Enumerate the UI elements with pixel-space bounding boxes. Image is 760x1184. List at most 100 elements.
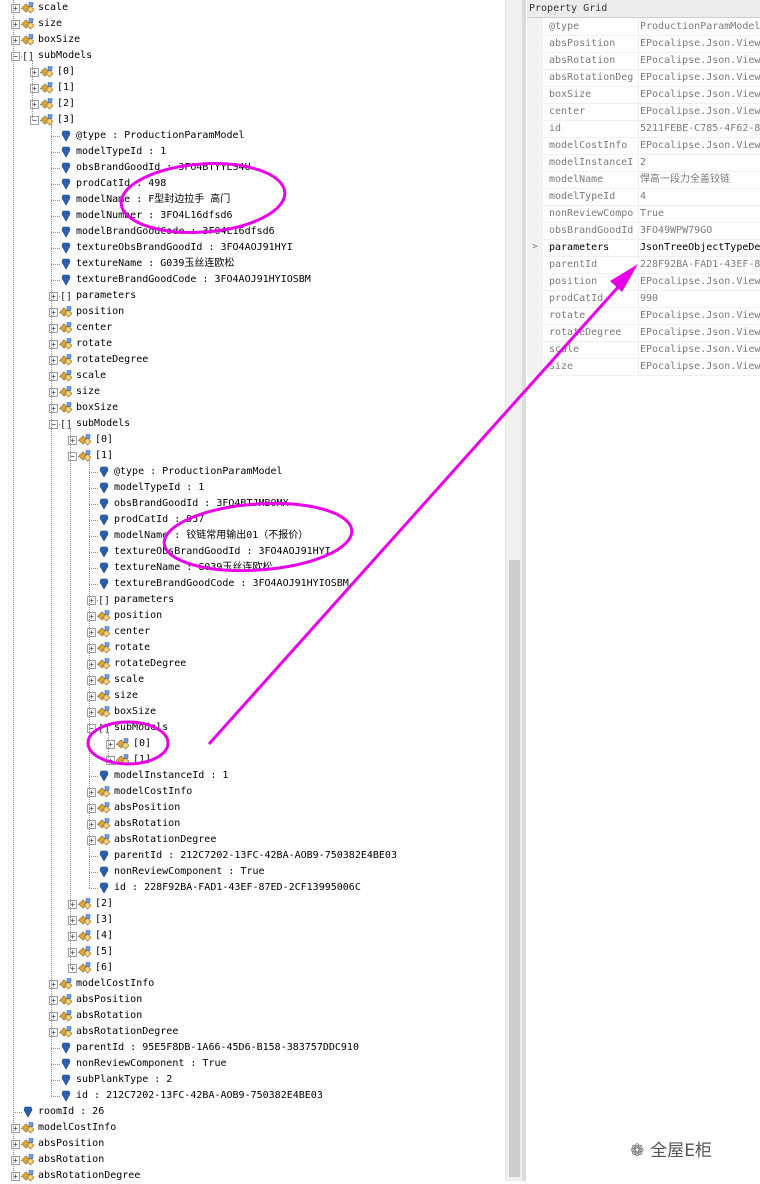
property-value[interactable]: EPocalipse.Json.Viewer xyxy=(638,86,760,103)
property-row[interactable]: size EPocalipse.Json.Viewer xyxy=(527,358,760,376)
value-icon xyxy=(99,882,109,894)
object-icon xyxy=(22,34,34,46)
tree-guide-line xyxy=(89,460,91,888)
property-value[interactable]: 4 xyxy=(638,188,760,205)
property-row[interactable]: modelName 悍高一段力全盖铰链 xyxy=(527,171,760,189)
property-row[interactable]: modelTypeId 4 xyxy=(527,188,760,206)
json-tree-view[interactable]: + scale + size + boxSize −[] subModels + [0] + [1] +… xyxy=(0,0,505,1182)
object-icon xyxy=(98,706,110,718)
tree-node-label: modelName : 铰链常用输出01（不报价） xyxy=(114,530,309,541)
tree-node-label: textureName : G039玉丝连欧松 xyxy=(114,562,273,573)
value-icon xyxy=(99,866,109,878)
value-icon xyxy=(61,178,71,190)
tree-node-label: parentId : 212C7202-13FC-42BA-AOB9-75038… xyxy=(114,850,397,861)
property-row[interactable]: @type ProductionParamModel xyxy=(527,18,760,36)
object-icon xyxy=(22,1138,34,1150)
wechat-icon: ❁ xyxy=(630,1141,645,1161)
property-value[interactable]: EPocalipse.Json.Viewer xyxy=(638,52,760,69)
property-row-gutter xyxy=(527,137,543,154)
value-icon xyxy=(99,482,109,494)
object-icon xyxy=(41,66,53,78)
scrollbar-thumb[interactable] xyxy=(509,560,520,1177)
tree-node-label: [5] xyxy=(95,946,114,957)
property-value[interactable]: 990 xyxy=(638,290,760,307)
expand-arrow-icon[interactable]: > xyxy=(527,239,543,256)
tree-node-label: textureName : G039玉丝连欧松 xyxy=(76,258,235,269)
property-value[interactable]: EPocalipse.Json.Viewer xyxy=(638,137,760,154)
property-value[interactable]: True xyxy=(638,205,760,222)
property-row[interactable]: center EPocalipse.Json.Viewer xyxy=(527,103,760,121)
property-row-gutter xyxy=(527,103,543,120)
object-icon xyxy=(22,1154,34,1166)
property-value[interactable]: 悍高一段力全盖铰链 xyxy=(638,171,760,188)
property-row[interactable]: absRotation EPocalipse.Json.Viewer xyxy=(527,52,760,70)
object-icon xyxy=(117,754,129,766)
tree-node-label: rotateDegree xyxy=(76,354,149,365)
property-row[interactable]: boxSize EPocalipse.Json.Viewer xyxy=(527,86,760,104)
property-row[interactable]: id 5211FEBE-C785-4F62-8 xyxy=(527,120,760,138)
object-icon xyxy=(98,818,110,830)
tree-vertical-scrollbar[interactable] xyxy=(505,0,523,1181)
tree-node-label: modelNumber : 3FO4L16dfsd6 xyxy=(76,210,233,221)
property-name: absRotation xyxy=(549,55,616,66)
property-row[interactable]: absRotationDeg EPocalipse.Json.Viewer xyxy=(527,69,760,87)
object-icon xyxy=(98,658,110,670)
tree-node-label: modelCostInfo xyxy=(114,786,193,797)
value-icon xyxy=(99,578,109,590)
value-icon xyxy=(99,546,109,558)
property-row-gutter xyxy=(527,290,543,307)
tree-node-label: scale xyxy=(76,370,107,381)
property-value[interactable]: 5211FEBE-C785-4F62-8 xyxy=(638,120,760,137)
tree-node-label: parentId : 95E5F8DB-1A66-45D6-B158-38375… xyxy=(76,1042,359,1053)
property-value[interactable]: EPocalipse.Json.Viewer xyxy=(638,273,760,290)
property-value[interactable]: 2 xyxy=(638,154,760,171)
panel-splitter[interactable] xyxy=(522,0,526,1181)
property-value[interactable]: ProductionParamModel xyxy=(638,18,760,35)
property-value[interactable]: 228F92BA-FAD1-43EF-8 xyxy=(638,256,760,273)
property-row[interactable]: position EPocalipse.Json.Viewer xyxy=(527,273,760,291)
property-row-gutter xyxy=(527,18,543,35)
property-value[interactable]: JsonTreeObjectTypeDe xyxy=(638,239,760,256)
tree-node-label: size xyxy=(38,18,63,29)
property-row[interactable]: obsBrandGoodId 3FO49WPW79GO xyxy=(527,222,760,240)
property-row[interactable]: modelCostInfo EPocalipse.Json.Viewer xyxy=(527,137,760,155)
property-value[interactable]: EPocalipse.Json.Viewer xyxy=(638,358,760,375)
property-name: absRotationDeg xyxy=(549,72,634,83)
property-value[interactable]: 3FO49WPW79GO xyxy=(638,222,760,239)
property-value[interactable]: EPocalipse.Json.Viewer xyxy=(638,103,760,120)
property-value[interactable]: EPocalipse.Json.Viewer xyxy=(638,307,760,324)
tree-node-label: obsBrandGoodId : 3FO4BTYYLS4U xyxy=(76,162,251,173)
tree-node-label: subPlankType : 2 xyxy=(76,1074,173,1085)
property-row-gutter xyxy=(527,222,543,239)
property-row[interactable]: rotateDegree EPocalipse.Json.Viewer xyxy=(527,324,760,342)
property-row[interactable]: modelInstanceI 2 xyxy=(527,154,760,172)
object-icon xyxy=(79,946,91,958)
value-icon xyxy=(61,194,71,206)
watermark-text: 全屋E柜 xyxy=(650,1141,712,1161)
property-value[interactable]: EPocalipse.Json.Viewer xyxy=(638,69,760,86)
property-row[interactable]: prodCatId 990 xyxy=(527,290,760,308)
property-value[interactable]: EPocalipse.Json.Viewer xyxy=(638,341,760,358)
property-name: @type xyxy=(549,21,580,32)
svg-text:[]: [] xyxy=(60,292,72,303)
property-row[interactable]: scale EPocalipse.Json.Viewer xyxy=(527,341,760,359)
tree-node-label: [2] xyxy=(57,98,76,109)
tree-node-label: [2] xyxy=(95,898,114,909)
property-value[interactable]: EPocalipse.Json.Viewer xyxy=(638,35,760,52)
property-row[interactable]: parentId 228F92BA-FAD1-43EF-8 xyxy=(527,256,760,274)
property-row[interactable]: nonReviewCompo True xyxy=(527,205,760,223)
property-name: size xyxy=(549,361,574,372)
value-icon xyxy=(99,530,109,542)
tree-node-label: id : 228F92BA-FAD1-43EF-87ED-2CF13995006… xyxy=(114,882,361,893)
property-row[interactable]: > parameters JsonTreeObjectTypeDe xyxy=(527,239,760,257)
property-row[interactable]: rotate EPocalipse.Json.Viewer xyxy=(527,307,760,325)
object-icon xyxy=(98,802,110,814)
value-icon xyxy=(61,274,71,286)
property-row[interactable]: absPosition EPocalipse.Json.Viewer xyxy=(527,35,760,53)
tree-node-label: [0] xyxy=(133,738,152,749)
property-value[interactable]: EPocalipse.Json.Viewer xyxy=(638,324,760,341)
tree-node-label: boxSize xyxy=(114,706,157,717)
tree-node-label: absRotationDegree xyxy=(38,1170,141,1181)
property-grid-title: Property Grid xyxy=(527,0,760,18)
tree-node-label: [3] xyxy=(57,114,76,125)
